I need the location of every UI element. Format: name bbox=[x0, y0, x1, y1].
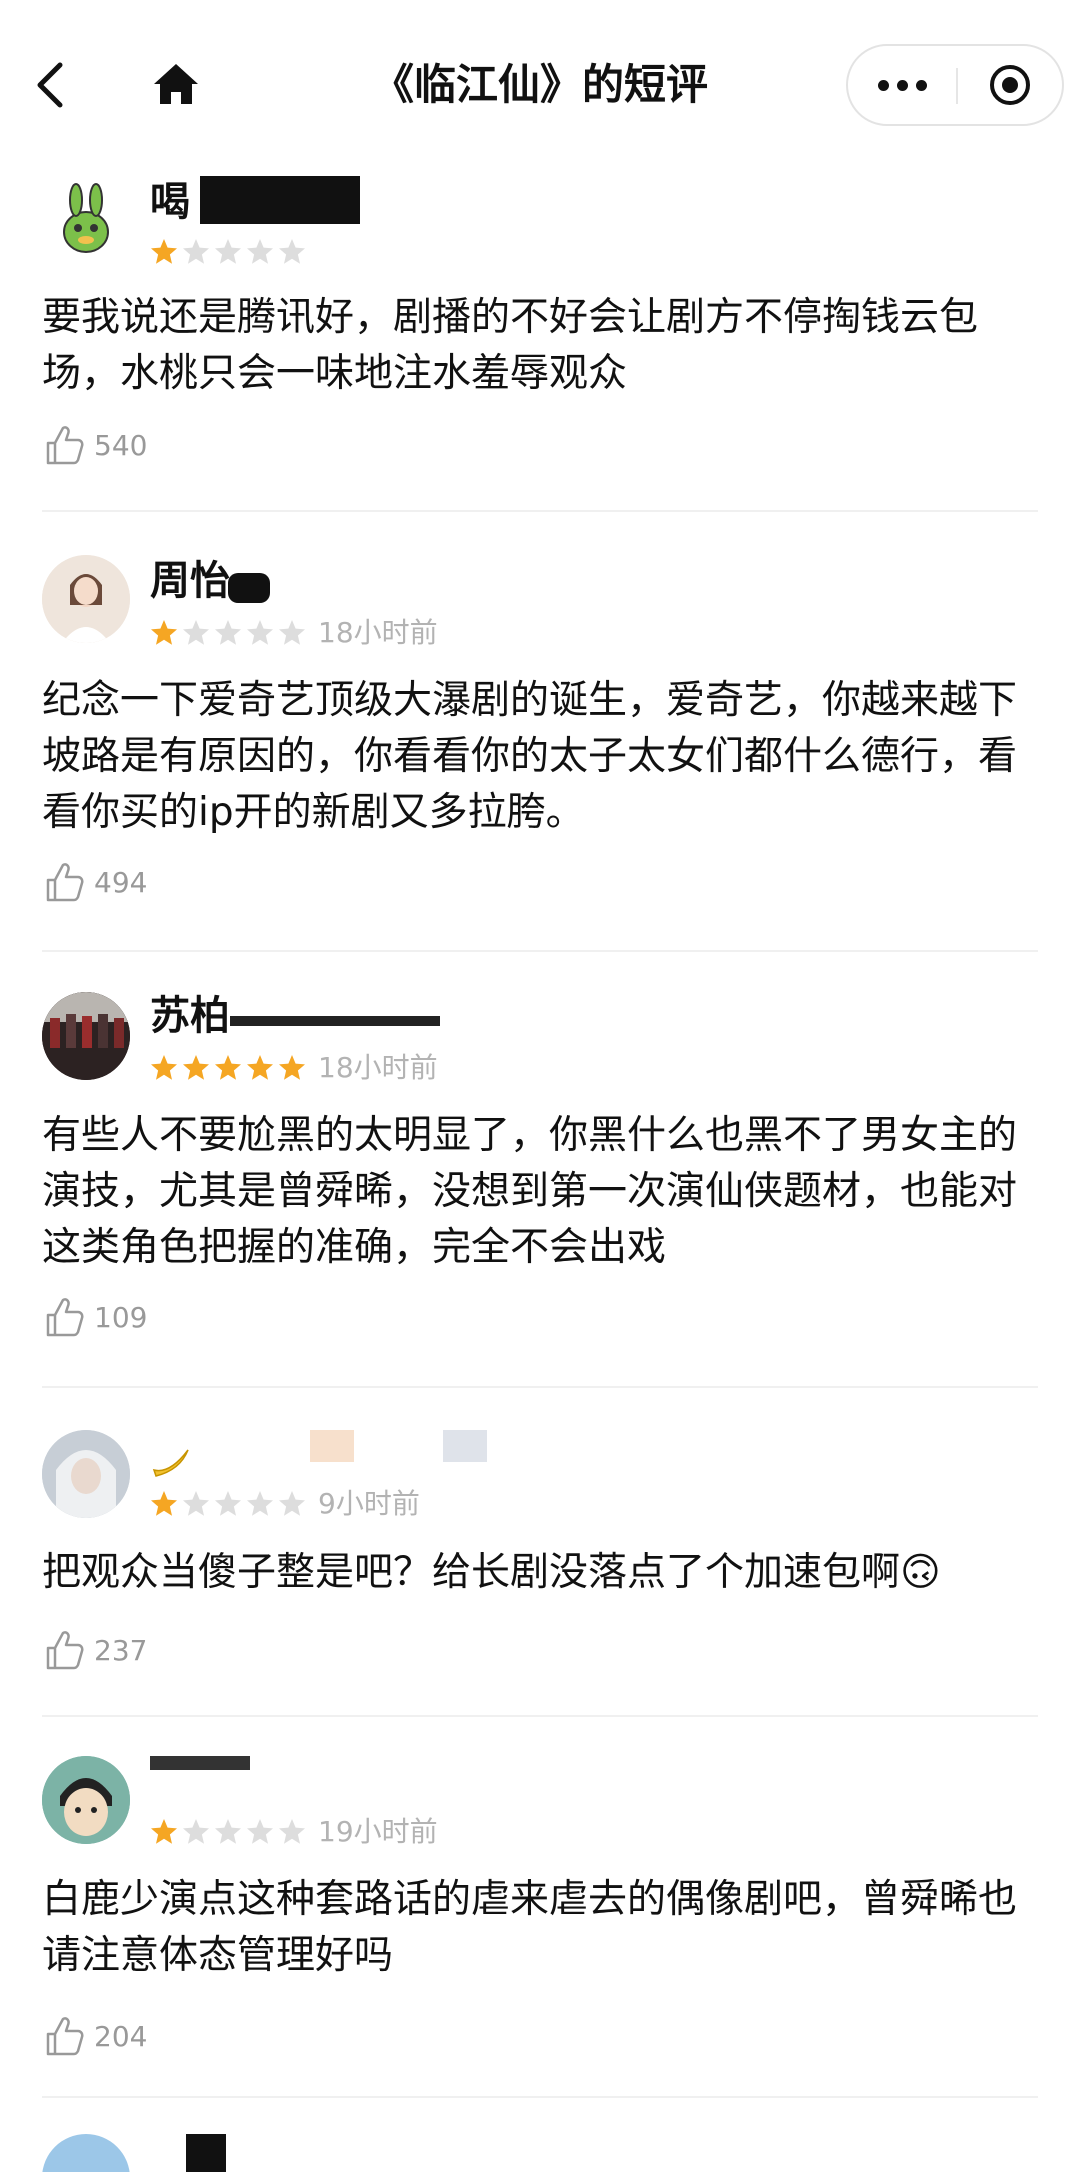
star-empty-icon bbox=[279, 239, 305, 264]
review-text: 要我说还是腾讯好，剧播的不好会让剧方不停掏钱云包场，水桃只会一味地注水羞辱观众 bbox=[42, 295, 979, 396]
reviewer-name[interactable]: 喝 bbox=[150, 178, 190, 226]
star-empty-icon bbox=[247, 239, 273, 264]
star-empty-icon bbox=[183, 1819, 209, 1844]
thumbs-up-icon bbox=[46, 426, 84, 465]
star-filled-icon bbox=[151, 620, 177, 645]
star-rating bbox=[150, 238, 310, 268]
star-rating bbox=[150, 619, 310, 649]
home-button[interactable] bbox=[150, 58, 202, 110]
redaction-bar bbox=[186, 2134, 226, 2172]
avatar[interactable] bbox=[42, 992, 130, 1080]
review-text: 把观众当傻子整是吧？给长剧没落点了个加速包啊🙃 bbox=[42, 1550, 941, 1595]
banana-emoji-icon bbox=[152, 1449, 189, 1477]
review-item: 周怡 18小时前 纪念一下爱奇艺顶级大瀑剧的诞生，爱奇艺，你越来越下坡路是有原因… bbox=[0, 555, 1080, 955]
reviewer-name[interactable]: 周怡 bbox=[150, 557, 230, 605]
like-button[interactable]: 237 bbox=[44, 1628, 244, 1672]
star-empty-icon bbox=[247, 1491, 273, 1516]
review-time: 18小时前 bbox=[318, 1051, 438, 1084]
star-empty-icon bbox=[215, 620, 241, 645]
avatar[interactable] bbox=[42, 1430, 130, 1518]
like-button[interactable]: 540 bbox=[44, 423, 244, 467]
star-filled-icon bbox=[151, 1055, 177, 1080]
divider bbox=[42, 950, 1038, 952]
star-empty-icon bbox=[247, 1819, 273, 1844]
divider bbox=[42, 1715, 1038, 1717]
review-time: 18小时前 bbox=[318, 616, 438, 649]
review-time: 9小时前 bbox=[318, 1487, 420, 1520]
review-time: 19小时前 bbox=[318, 1815, 438, 1848]
back-button[interactable] bbox=[30, 55, 70, 115]
divider bbox=[42, 510, 1038, 512]
like-count: 237 bbox=[94, 1634, 148, 1667]
star-rating bbox=[150, 1054, 310, 1084]
star-empty-icon bbox=[247, 620, 273, 645]
review-item: 喝 要我说还是腾讯好，剧播的不好会让剧方不停掏钱云包场，水桃只会一味地注水羞辱观… bbox=[0, 170, 1080, 512]
like-count: 204 bbox=[94, 2020, 148, 2053]
star-empty-icon bbox=[183, 239, 209, 264]
avatar[interactable] bbox=[42, 1756, 130, 1844]
like-count: 109 bbox=[94, 1301, 148, 1334]
star-filled-icon bbox=[183, 1055, 209, 1080]
review-item: 9小时前 把观众当傻子整是吧？给长剧没落点了个加速包啊🙃 237 bbox=[0, 1430, 1080, 1720]
star-filled-icon bbox=[215, 1055, 241, 1080]
redaction-bar bbox=[228, 573, 270, 603]
redaction-bar bbox=[230, 1016, 440, 1026]
close-button[interactable] bbox=[988, 63, 1032, 107]
star-empty-icon bbox=[279, 620, 305, 645]
nav-bar: 《临江仙》的短评 bbox=[0, 0, 1080, 170]
star-empty-icon bbox=[215, 239, 241, 264]
divider bbox=[42, 1386, 1038, 1388]
thumbs-up-icon bbox=[46, 2017, 84, 2056]
star-empty-icon bbox=[215, 1491, 241, 1516]
star-empty-icon bbox=[183, 620, 209, 645]
like-button[interactable]: 204 bbox=[44, 2014, 244, 2058]
page-title: 《临江仙》的短评 bbox=[371, 60, 708, 109]
review-item: 19小时前 白鹿少演点这种套路话的虐来虐去的偶像剧吧，曾舜晞也请注意体态管理好吗… bbox=[0, 1756, 1080, 2098]
star-filled-icon bbox=[151, 1491, 177, 1516]
star-rating bbox=[150, 1818, 310, 1848]
review-item: 苏柏 18小时前 有些人不要尬黑的太明显了，你黑什么也黑不了男女主的演技，尤其是… bbox=[0, 992, 1080, 1392]
like-button[interactable]: 109 bbox=[44, 1295, 244, 1339]
star-empty-icon bbox=[183, 1491, 209, 1516]
star-filled-icon bbox=[279, 1055, 305, 1080]
star-empty-icon bbox=[215, 1819, 241, 1844]
like-count: 494 bbox=[94, 866, 148, 899]
chevron-left-icon bbox=[37, 62, 63, 108]
star-empty-icon bbox=[279, 1491, 305, 1516]
review-text: 有些人不要尬黑的太明显了，你黑什么也黑不了男女主的演技，尤其是曾舜晞，没想到第一… bbox=[42, 1113, 1018, 1270]
thumbs-up-icon bbox=[46, 863, 84, 902]
capsule-divider bbox=[956, 68, 958, 104]
home-icon bbox=[154, 64, 198, 104]
redaction-bar bbox=[443, 1430, 487, 1462]
thumbs-up-icon bbox=[46, 1631, 84, 1670]
redaction-bar bbox=[200, 176, 360, 224]
review-item-partial bbox=[0, 2134, 1080, 2172]
star-filled-icon bbox=[247, 1055, 273, 1080]
review-text: 白鹿少演点这种套路话的虐来虐去的偶像剧吧，曾舜晞也请注意体态管理好吗 bbox=[42, 1877, 1018, 1978]
avatar[interactable] bbox=[42, 2134, 130, 2172]
more-button[interactable] bbox=[878, 72, 928, 98]
thumbs-up-icon bbox=[46, 1298, 84, 1337]
star-filled-icon bbox=[151, 1819, 177, 1844]
divider bbox=[42, 2096, 1038, 2098]
avatar[interactable] bbox=[42, 555, 130, 643]
redaction-bar bbox=[310, 1430, 354, 1462]
like-button[interactable]: 494 bbox=[44, 860, 244, 904]
review-text: 纪念一下爱奇艺顶级大瀑剧的诞生，爱奇艺，你越来越下坡路是有原因的，你看看你的太子… bbox=[42, 678, 1018, 835]
star-empty-icon bbox=[279, 1819, 305, 1844]
mini-program-capsule bbox=[846, 44, 1064, 126]
reviewer-name[interactable]: 苏柏 bbox=[150, 992, 230, 1040]
redaction-bar bbox=[150, 1756, 250, 1770]
avatar[interactable] bbox=[42, 178, 130, 266]
like-count: 540 bbox=[94, 429, 148, 462]
star-rating bbox=[150, 1490, 310, 1520]
star-filled-icon bbox=[151, 239, 177, 264]
target-close-icon bbox=[990, 65, 1030, 105]
